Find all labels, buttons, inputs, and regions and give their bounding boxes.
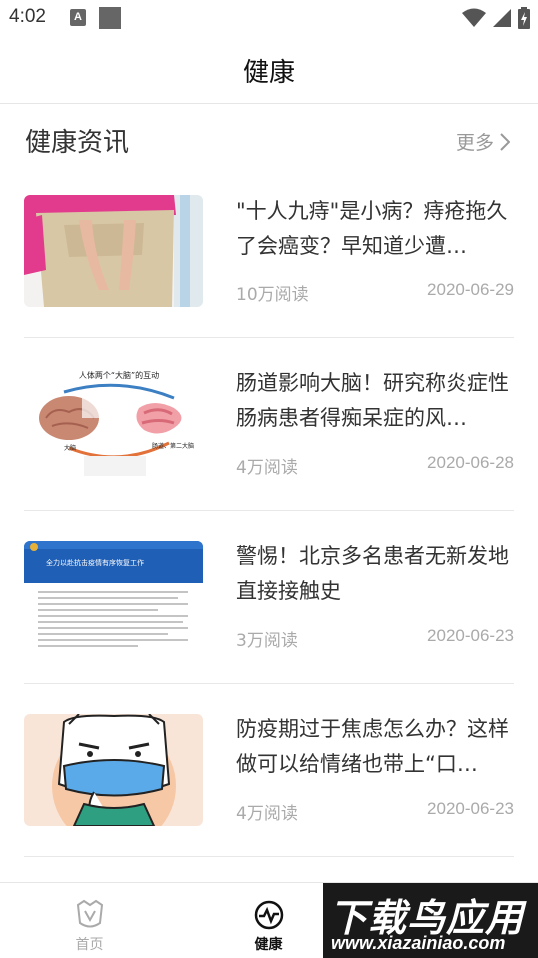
status-icons: [462, 6, 530, 30]
heartbeat-icon: [254, 900, 284, 930]
wifi-icon: [462, 8, 486, 27]
news-item[interactable]: 人体两个“大脑”的互动 大脑 肠道、第二大脑 肠道影响大脑！研究称炎症性肠病患者…: [24, 338, 514, 511]
news-date: 2020-06-29: [427, 280, 514, 299]
notification-a-icon: A: [70, 9, 86, 26]
news-title: 警惕！北京多名患者无新发地直接接触史: [236, 544, 509, 603]
watermark-url: www.xiazainiao.com: [331, 933, 506, 953]
news-date: 2020-06-23: [427, 799, 514, 818]
news-views: 4万阅读: [236, 458, 298, 478]
home-shield-icon: [76, 899, 104, 928]
news-list: "十人九痔"是小病？痔疮拖久了会癌变？早知道少遭… 10万阅读 2020-06-…: [0, 176, 538, 857]
news-item[interactable]: 防疫期过于焦虑怎么办？这样做可以给情绪也带上“口… 4万阅读 2020-06-2…: [24, 684, 514, 857]
section-header: 健康资讯 更多: [0, 104, 538, 176]
status-bar: 4:02 A: [0, 0, 538, 38]
chevron-right-icon: [500, 132, 510, 151]
nav-home-label: 首页: [75, 937, 104, 953]
news-views: 3万阅读: [236, 631, 298, 651]
watermark-logo: 下载鸟应用 www.xiazainiao.com: [323, 883, 538, 958]
notice-banner: 全力以赴抗击疫情有序恢复工作: [46, 558, 144, 567]
news-views: 10万阅读: [236, 285, 309, 305]
news-date: 2020-06-23: [427, 626, 514, 645]
gut-label: 肠道、第二大脑: [152, 442, 194, 450]
news-title: 防疫期过于焦虑怎么办？这样做可以给情绪也带上“口…: [236, 717, 509, 776]
news-thumbnail-masked-cartoon: [24, 714, 203, 826]
notification-square-icon: [99, 7, 121, 29]
news-title: 肠道影响大脑！研究称炎症性肠病患者得痴呆症的风…: [236, 371, 509, 430]
page-title: 健康: [242, 58, 295, 88]
news-thumbnail-notice: 全力以赴抗击疫情有序恢复工作: [24, 541, 203, 653]
more-label: 更多: [455, 132, 494, 154]
brain-label: 大脑: [64, 444, 76, 452]
news-thumbnail-brain-gut: 人体两个“大脑”的互动 大脑 肠道、第二大脑: [24, 368, 203, 480]
news-views: 4万阅读: [236, 804, 298, 824]
news-item[interactable]: "十人九痔"是小病？痔疮拖久了会癌变？早知道少遭… 10万阅读 2020-06-…: [24, 176, 514, 338]
news-thumbnail-back-pain: [24, 195, 203, 307]
battery-icon: [518, 7, 530, 29]
news-date: 2020-06-28: [427, 453, 514, 472]
news-item[interactable]: 全力以赴抗击疫情有序恢复工作 警惕！北京多名患者无新发地直接接触史 3万阅读 2…: [24, 511, 514, 684]
signal-icon: [493, 9, 511, 27]
title-bar: 健康: [0, 38, 538, 104]
diagram-title: 人体两个“大脑”的互动: [79, 370, 159, 380]
status-time: 4:02: [9, 6, 46, 27]
news-title: "十人九痔"是小病？痔疮拖久了会癌变？早知道少遭…: [236, 199, 508, 258]
more-button[interactable]: 更多: [456, 128, 510, 155]
nav-home[interactable]: 首页: [0, 883, 179, 958]
section-title: 健康资讯: [25, 128, 130, 158]
